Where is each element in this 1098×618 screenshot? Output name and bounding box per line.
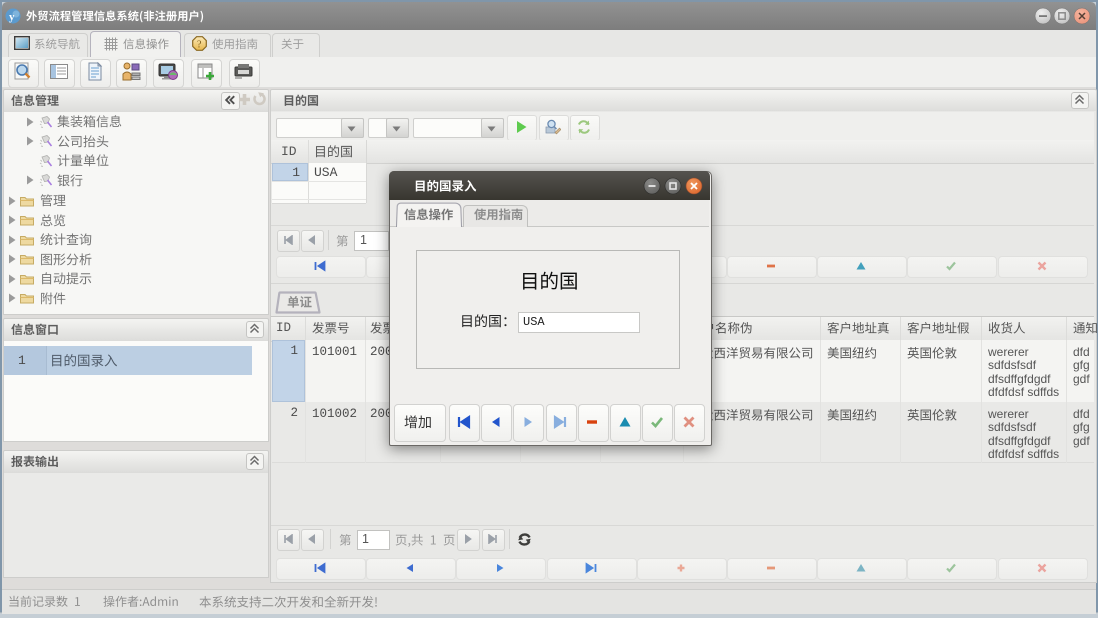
svg-text:?: ?	[197, 40, 202, 51]
